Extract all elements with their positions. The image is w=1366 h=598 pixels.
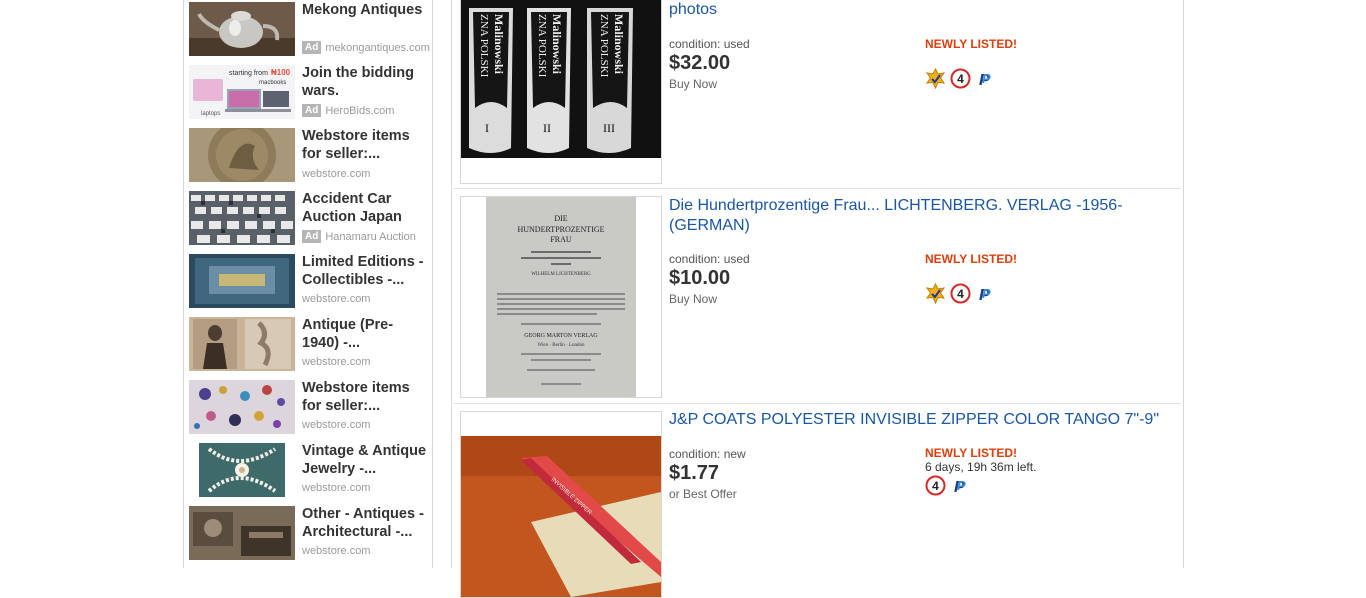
listing-format: Buy Now [669, 77, 718, 91]
ad-thumbnail[interactable] [189, 2, 295, 56]
ad-thumb-price: ₦100 [271, 68, 291, 77]
ad-source: webstore.com [302, 545, 371, 557]
ad-item[interactable]: Webstore items for seller:... webstore.c… [189, 126, 429, 182]
svg-text:P: P [982, 286, 991, 301]
returns-4-icon: 4 [950, 68, 971, 89]
search-results: Malinowski ZNA POLSKI Malinowski ZNA POL… [451, 0, 1184, 598]
listing-item: DIE HUNDERTPROZENTIGE FRAU WILHELM LICHT… [454, 189, 1181, 404]
book-spine-subtitle: ZNA POLSKI [536, 14, 548, 78]
ad-badge: Ad [302, 104, 322, 117]
book-spine-text: Malinowski [550, 14, 564, 75]
newly-listed-badge: NEWLY LISTED! [925, 446, 1018, 460]
book-page-text: FRAU [550, 235, 572, 244]
listing-title-link[interactable]: J&P COATS POLYESTER INVISIBLE ZIPPER COL… [669, 410, 1169, 430]
ad-item[interactable]: Vintage & Antique Jewelry -... webstore.… [189, 441, 429, 497]
paypal-icon: PP [975, 283, 996, 304]
listing-title-link[interactable]: Die Hundertprozentige Frau... LICHTENBER… [669, 196, 1169, 236]
book-page-text: DIE [554, 214, 567, 223]
listing-title-link[interactable]: photos [669, 0, 1169, 20]
book-spine-subtitle: ZNA POLSKI [598, 14, 610, 78]
listing-badges: 4 PP [925, 282, 996, 304]
volume-numeral: III [603, 121, 615, 135]
listing-badges: 4 PP [925, 474, 971, 496]
ad-title[interactable]: Join the bidding wars. [302, 64, 430, 100]
listing-condition: condition: used [669, 37, 750, 51]
ad-thumbnail[interactable] [189, 506, 295, 560]
ad-item[interactable]: Other - Antiques - Architectural -... we… [189, 504, 429, 560]
ad-thumbnail[interactable] [189, 191, 295, 245]
svg-text:4: 4 [957, 72, 964, 86]
listing-thumbnail[interactable]: Malinowski ZNA POLSKI Malinowski ZNA POL… [460, 0, 662, 184]
ad-source: webstore.com [302, 482, 371, 494]
ad-title[interactable]: Other - Antiques - Architectural -... [302, 505, 430, 541]
ad-badge: Ad [302, 41, 322, 54]
paypal-icon: PP [975, 68, 996, 89]
top-rated-seller-icon [925, 282, 946, 304]
returns-4-icon: 4 [925, 475, 946, 496]
book-page-text: Wien · Berlin · London [537, 343, 585, 348]
ad-item[interactable]: Limited Editions - Collectibles -... web… [189, 252, 429, 308]
listing-format: Buy Now [669, 292, 718, 306]
newly-listed-badge: NEWLY LISTED! [925, 252, 1018, 266]
ad-title[interactable]: Vintage & Antique Jewelry -... [302, 442, 430, 478]
ad-title[interactable]: Webstore items for seller:... [302, 127, 430, 163]
book-page-text: HUNDERTPROZENTIGE [517, 225, 604, 234]
ad-item[interactable]: Webstore items for seller:... webstore.c… [189, 378, 429, 434]
newly-listed-badge: NEWLY LISTED! [925, 37, 1018, 51]
ad-thumb-caption: laptops [201, 111, 220, 117]
listing-thumbnail[interactable]: DIE HUNDERTPROZENTIGE FRAU WILHELM LICHT… [460, 196, 662, 398]
listing-thumbnail[interactable]: INVISIBLE ZIPPER [460, 411, 662, 598]
book-page-text: WILHELM LICHTENBERG [531, 272, 591, 277]
ad-item[interactable]: starting from ₦100 macbooks laptops Join… [189, 63, 429, 119]
ad-title[interactable]: Accident Car Auction Japan [302, 190, 430, 226]
listing-badges: 4 PP [925, 67, 996, 89]
ad-thumb-product: macbooks [259, 80, 286, 86]
book-page-text: GEORG MARTON VERLAG [524, 333, 598, 339]
ad-thumbnail[interactable] [189, 380, 295, 434]
book-spine-text: Malinowski [492, 14, 506, 75]
volume-numeral: II [543, 121, 551, 135]
ad-source: webstore.com [302, 293, 371, 305]
listing-price: $10.00 [669, 267, 731, 289]
ad-item[interactable]: Mekong Antiques Ad mekongantiques.com [189, 0, 430, 56]
ad-source: Ad mekongantiques.com [302, 41, 430, 54]
top-rated-seller-icon [925, 67, 946, 89]
ad-item[interactable]: Antique (Pre-1940) -... webstore.com [189, 315, 429, 371]
ad-thumbnail[interactable] [189, 254, 295, 308]
ad-source: Ad Hanamaru Auction [302, 230, 416, 243]
ad-item[interactable]: Accident Car Auction Japan Ad Hanamaru Au… [189, 189, 429, 245]
book-spine-subtitle: ZNA POLSKI [478, 14, 490, 78]
ad-source: Ad HeroBids.com [302, 104, 394, 117]
ad-title[interactable]: Limited Editions - Collectibles -... [302, 253, 430, 289]
ad-thumbnail[interactable] [189, 443, 295, 497]
volume-numeral: I [485, 121, 489, 135]
book-spine-text: Malinowski [612, 14, 626, 75]
svg-text:4: 4 [957, 287, 964, 301]
paypal-icon: PP [950, 475, 971, 496]
sponsored-sidebar: Mekong Antiques Ad mekongantiques.com sta… [183, 0, 433, 568]
svg-text:P: P [982, 71, 991, 86]
svg-text:P: P [957, 478, 966, 493]
ad-title[interactable]: Mekong Antiques [302, 1, 430, 19]
listing-item: INVISIBLE ZIPPER J&P COATS POLYESTER INV… [454, 404, 1181, 598]
ad-thumbnail[interactable] [189, 317, 295, 371]
listing-price: $32.00 [669, 52, 731, 74]
ad-title[interactable]: Webstore items for seller:... [302, 379, 430, 415]
svg-text:4: 4 [932, 479, 939, 493]
listing-condition: condition: used [669, 252, 750, 266]
ad-thumbnail[interactable] [189, 128, 295, 182]
ad-thumb-headline: starting from [229, 70, 268, 77]
returns-4-icon: 4 [950, 283, 971, 304]
listing-format: or Best Offer [669, 487, 737, 501]
ad-source: webstore.com [302, 419, 371, 431]
time-left: 6 days, 19h 36m left. [925, 460, 1037, 474]
listing-condition: condition: new [669, 447, 746, 461]
ad-badge: Ad [302, 230, 322, 243]
ad-thumbnail[interactable]: starting from ₦100 macbooks laptops [189, 65, 295, 119]
ad-source: webstore.com [302, 168, 371, 180]
ad-title[interactable]: Antique (Pre-1940) -... [302, 316, 430, 352]
listing-item: Malinowski ZNA POLSKI Malinowski ZNA POL… [454, 0, 1181, 189]
ad-source: webstore.com [302, 356, 371, 368]
listing-price: $1.77 [669, 462, 720, 484]
